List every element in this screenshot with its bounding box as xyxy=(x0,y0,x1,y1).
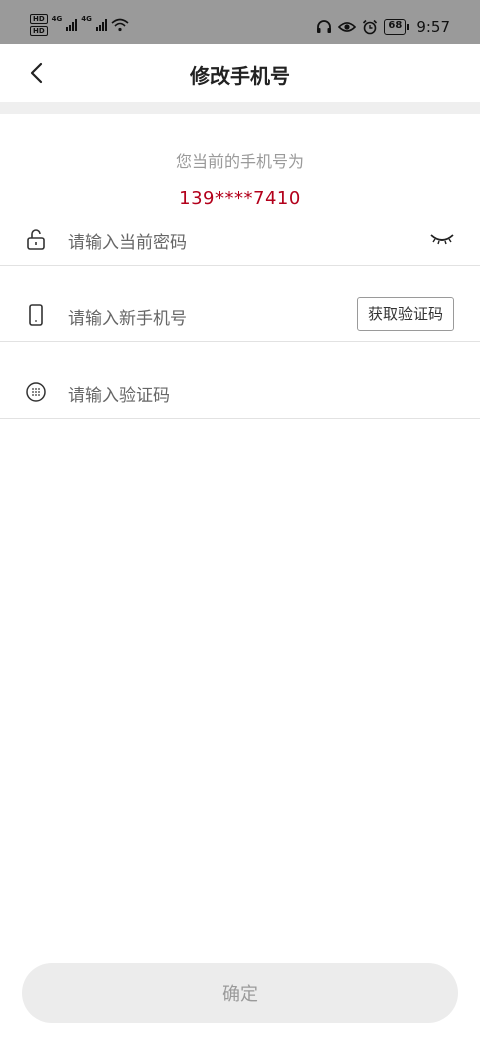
network-type-label: 4G xyxy=(81,15,92,23)
network-type-label: 4G xyxy=(51,15,63,23)
battery-level: 68 xyxy=(384,19,410,35)
section-divider xyxy=(0,102,480,114)
alarm-icon xyxy=(363,19,378,35)
current-phone-label: 您当前的手机号为 xyxy=(175,152,304,171)
hd-indicators: HD HD xyxy=(30,14,48,36)
signal-icon xyxy=(66,19,78,31)
clock: 9:57 xyxy=(416,18,450,36)
phone-icon xyxy=(29,304,43,326)
status-right: 68 9:57 xyxy=(316,18,450,36)
wifi-icon xyxy=(111,18,129,32)
headphones-icon xyxy=(317,20,332,33)
navigation-bar: 修改手机号 xyxy=(0,44,480,102)
unlock-icon xyxy=(27,229,45,250)
get-code-button[interactable]: 获取验证码 xyxy=(356,297,454,331)
new-phone-input[interactable]: 请输入新手机号 xyxy=(68,304,187,329)
keypad-icon xyxy=(26,382,46,402)
hd-badge: HD xyxy=(30,26,48,36)
page-title: 修改手机号 xyxy=(190,64,290,88)
status-left: HD HD 4G 4G xyxy=(30,14,129,36)
eye-icon xyxy=(338,22,357,32)
code-row: 请输入验证码 xyxy=(0,365,480,419)
eye-closed-icon[interactable] xyxy=(430,232,454,246)
code-input[interactable]: 请输入验证码 xyxy=(68,381,170,406)
signal-icon xyxy=(95,19,107,31)
hd-badge: HD xyxy=(30,14,48,24)
new-phone-row: 请输入新手机号 获取验证码 xyxy=(0,288,480,342)
confirm-button[interactable]: 确定 xyxy=(22,963,458,1023)
current-phone-number: 139****7410 xyxy=(179,188,301,209)
password-row: 请输入当前密码 xyxy=(0,212,480,266)
status-bar: HD HD 4G 4G 68 9:57 xyxy=(0,0,480,44)
password-input[interactable]: 请输入当前密码 xyxy=(68,228,187,253)
